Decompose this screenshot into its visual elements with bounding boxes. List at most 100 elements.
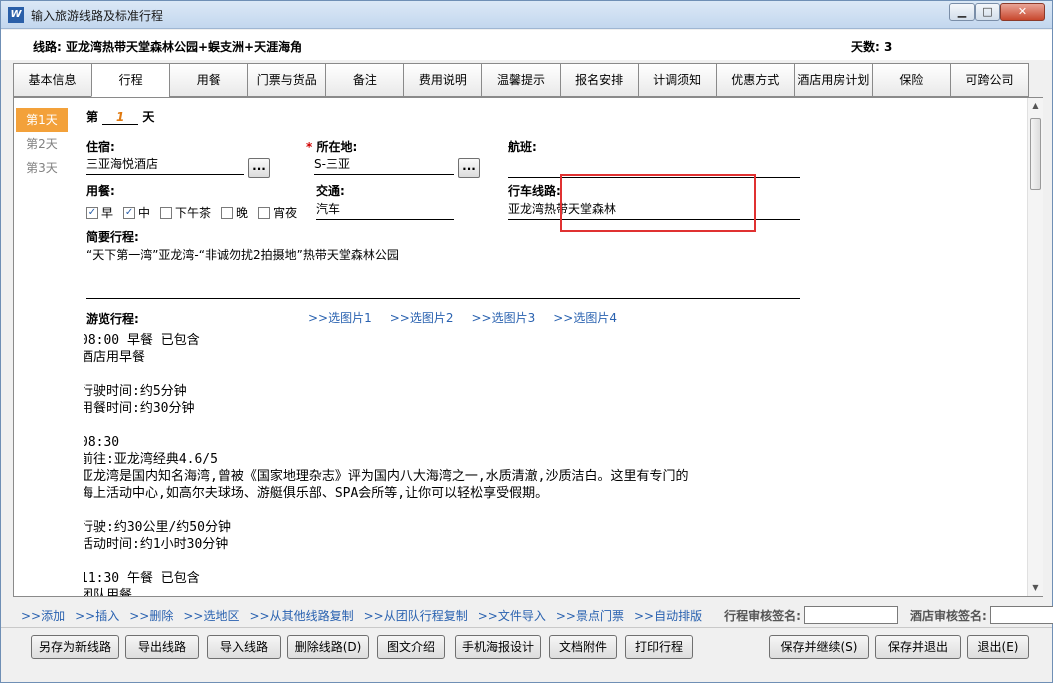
drive-route-label: 行车线路: — [508, 184, 561, 198]
tab-5[interactable]: 费用说明 — [403, 63, 482, 97]
tab-11[interactable]: 保险 — [871, 63, 950, 97]
checkbox-icon[interactable] — [258, 206, 271, 219]
action-link-6[interactable]: >>文件导入 — [478, 607, 546, 624]
meal-option-4[interactable]: 宵夜 — [258, 204, 297, 221]
checkbox-icon[interactable] — [160, 206, 173, 219]
title-bar[interactable]: W 输入旅游线路及标准行程 ▁ □ ✕ — [1, 1, 1052, 29]
tab-6[interactable]: 温馨提示 — [481, 63, 560, 97]
button-5[interactable]: 手机海报设计 — [455, 635, 541, 659]
action-link-3[interactable]: >>选地区 — [183, 607, 239, 624]
location-field[interactable]: S-三亚 — [314, 155, 454, 175]
meal-label: 早 — [101, 206, 114, 220]
hotel-sign-input[interactable] — [989, 606, 1053, 624]
route-label: 线路: 亚龙湾热带天堂森林公园+蜈支洲+天涯海角 — [33, 40, 303, 54]
day-item-3[interactable]: 第3天 — [16, 156, 68, 180]
select-picture-link-2[interactable]: >>选图片2 — [390, 309, 454, 326]
action-link-1[interactable]: >>插入 — [75, 607, 119, 624]
required-marker: * — [306, 140, 317, 154]
app-window: W 输入旅游线路及标准行程 ▁ □ ✕ 线路: 亚龙湾热带天堂森林公园+蜈支洲+… — [0, 0, 1053, 683]
vertical-scrollbar[interactable]: ▲ ▼ — [1027, 98, 1043, 596]
button-row: 另存为新线路 导出线路 导入线路 删除线路(D) 图文介绍 手机海报设计 文档附件 打印行程 保… — [1, 627, 1052, 682]
meals-label: 用餐: — [86, 184, 115, 198]
day-list: 第1天 第2天 第3天 — [16, 108, 68, 180]
hotel-sign-label: 酒店审核签名: — [909, 608, 987, 623]
brief-underline — [86, 298, 800, 299]
tab-7[interactable]: 报名安排 — [559, 63, 638, 97]
checkbox-icon[interactable] — [221, 206, 234, 219]
action-link-8[interactable]: >>自动排版 — [634, 607, 702, 624]
days-count: 天数: 3 — [851, 40, 893, 54]
stay-picker-button[interactable]: ... — [248, 158, 270, 178]
flight-label: 航班: — [508, 140, 537, 154]
button-2[interactable]: 导入线路 — [207, 635, 281, 659]
action-link-0[interactable]: >>添加 — [21, 607, 65, 624]
brief-label: 简要行程: — [86, 230, 139, 244]
button-9[interactable]: 保存并退出 — [875, 635, 961, 659]
app-icon: W — [8, 7, 24, 23]
meal-label: 中 — [138, 206, 151, 220]
location-label: * 所在地: — [306, 140, 358, 154]
day-item-2[interactable]: 第2天 — [16, 132, 68, 156]
route-bar: 线路: 亚龙湾热带天堂森林公园+蜈支洲+天涯海角 天数: 3 — [1, 30, 1052, 60]
day-content: 第 1 天 住宿: 三亚海悦酒店 ... * 所在地: S-三亚 ... 航班:… — [84, 98, 1014, 596]
meal-label: 晚 — [236, 206, 249, 220]
button-7[interactable]: 打印行程 — [625, 635, 693, 659]
stay-label: 住宿: — [86, 140, 115, 154]
action-link-5[interactable]: >>从团队行程复制 — [364, 607, 468, 624]
action-link-4[interactable]: >>从其他线路复制 — [250, 607, 354, 624]
route-sign-input[interactable] — [803, 606, 898, 624]
tab-4[interactable]: 备注 — [325, 63, 404, 97]
window-title: 输入旅游线路及标准行程 — [31, 9, 164, 23]
tab-3[interactable]: 门票与货品 — [247, 63, 326, 97]
button-3[interactable]: 删除线路(D) — [287, 635, 369, 659]
action-link-7[interactable]: >>景点门票 — [556, 607, 624, 624]
tab-10[interactable]: 酒店用房计划 — [793, 63, 872, 97]
picture-links: >>选图片1 >>选图片2 >>选图片3 >>选图片4 — [308, 309, 617, 326]
scroll-up-icon[interactable]: ▲ — [1028, 98, 1043, 114]
itinerary-text[interactable]: 08:00 早餐 已包含 酒店用早餐 行驶时间:约5分钟 用餐时间:约30分钟 … — [84, 332, 840, 596]
transport-field[interactable]: 汽车 — [316, 200, 454, 220]
route-name: 亚龙湾热带天堂森林公园+蜈支洲+天涯海角 — [66, 40, 303, 54]
scroll-down-icon[interactable]: ▼ — [1028, 580, 1043, 596]
meal-option-2[interactable]: 下午茶 — [160, 204, 211, 221]
meals-checkbox-group: ✓ 早 ✓ 中下午茶晚宵夜 — [86, 204, 301, 221]
button-0[interactable]: 另存为新线路 — [31, 635, 119, 659]
minimize-button[interactable]: ▁ — [949, 3, 975, 21]
location-picker-button[interactable]: ... — [458, 158, 480, 178]
select-picture-link-3[interactable]: >>选图片3 — [472, 309, 536, 326]
brief-field[interactable]: “天下第一湾”亚龙湾-“非诚勿扰2拍摄地”热带天堂森林公园 — [86, 246, 399, 263]
meal-option-0[interactable]: ✓ 早 — [86, 204, 113, 221]
highlight-box — [560, 174, 756, 232]
checkbox-icon[interactable]: ✓ — [123, 206, 136, 219]
maximize-button[interactable]: □ — [975, 3, 1000, 21]
button-10[interactable]: 退出(E) — [967, 635, 1029, 659]
select-picture-link-1[interactable]: >>选图片1 — [308, 309, 372, 326]
meal-option-3[interactable]: 晚 — [221, 204, 248, 221]
select-picture-link-4[interactable]: >>选图片4 — [553, 309, 617, 326]
tour-label: 游览行程: — [86, 312, 139, 326]
tab-12[interactable]: 可跨公司 — [949, 63, 1030, 97]
day-item-1[interactable]: 第1天 — [16, 108, 68, 132]
tab-bar: 基本信息 行程 用餐 门票与货品 备注 费用说明 温馨提示 报名安排 计调须知 优惠方式 酒店用房计… — [13, 63, 1030, 97]
scroll-thumb[interactable] — [1030, 118, 1041, 190]
button-1[interactable]: 导出线路 — [125, 635, 199, 659]
button-6[interactable]: 文档附件 — [549, 635, 617, 659]
route-sign-label: 行程审核签名: — [724, 608, 801, 623]
button-4[interactable]: 图文介绍 — [377, 635, 445, 659]
meal-label: 宵夜 — [273, 206, 298, 220]
close-button[interactable]: ✕ — [1000, 3, 1045, 21]
tab-9[interactable]: 优惠方式 — [715, 63, 794, 97]
button-8[interactable]: 保存并继续(S) — [769, 635, 869, 659]
day-number-input[interactable]: 1 — [102, 110, 139, 125]
tab-8[interactable]: 计调须知 — [637, 63, 716, 97]
action-link-2[interactable]: >>删除 — [129, 607, 173, 624]
meal-label: 下午茶 — [175, 206, 212, 220]
itinerary-panel: 第1天 第2天 第3天 第 1 天 住宿: 三亚海悦酒店 ... * 所在地: S-… — [13, 97, 1043, 597]
tab-1[interactable]: 行程 — [91, 63, 170, 97]
tab-0[interactable]: 基本信息 — [13, 63, 92, 97]
meal-option-1[interactable]: ✓ 中 — [123, 204, 150, 221]
stay-field[interactable]: 三亚海悦酒店 — [86, 155, 244, 175]
checkbox-icon[interactable]: ✓ — [86, 206, 98, 219]
action-links: >>添加 >>插入 >>删除 >>选地区 >>从其他线路复制 >>从团队行程复制 >>文件导… — [21, 606, 1053, 624]
tab-2[interactable]: 用餐 — [169, 63, 248, 97]
